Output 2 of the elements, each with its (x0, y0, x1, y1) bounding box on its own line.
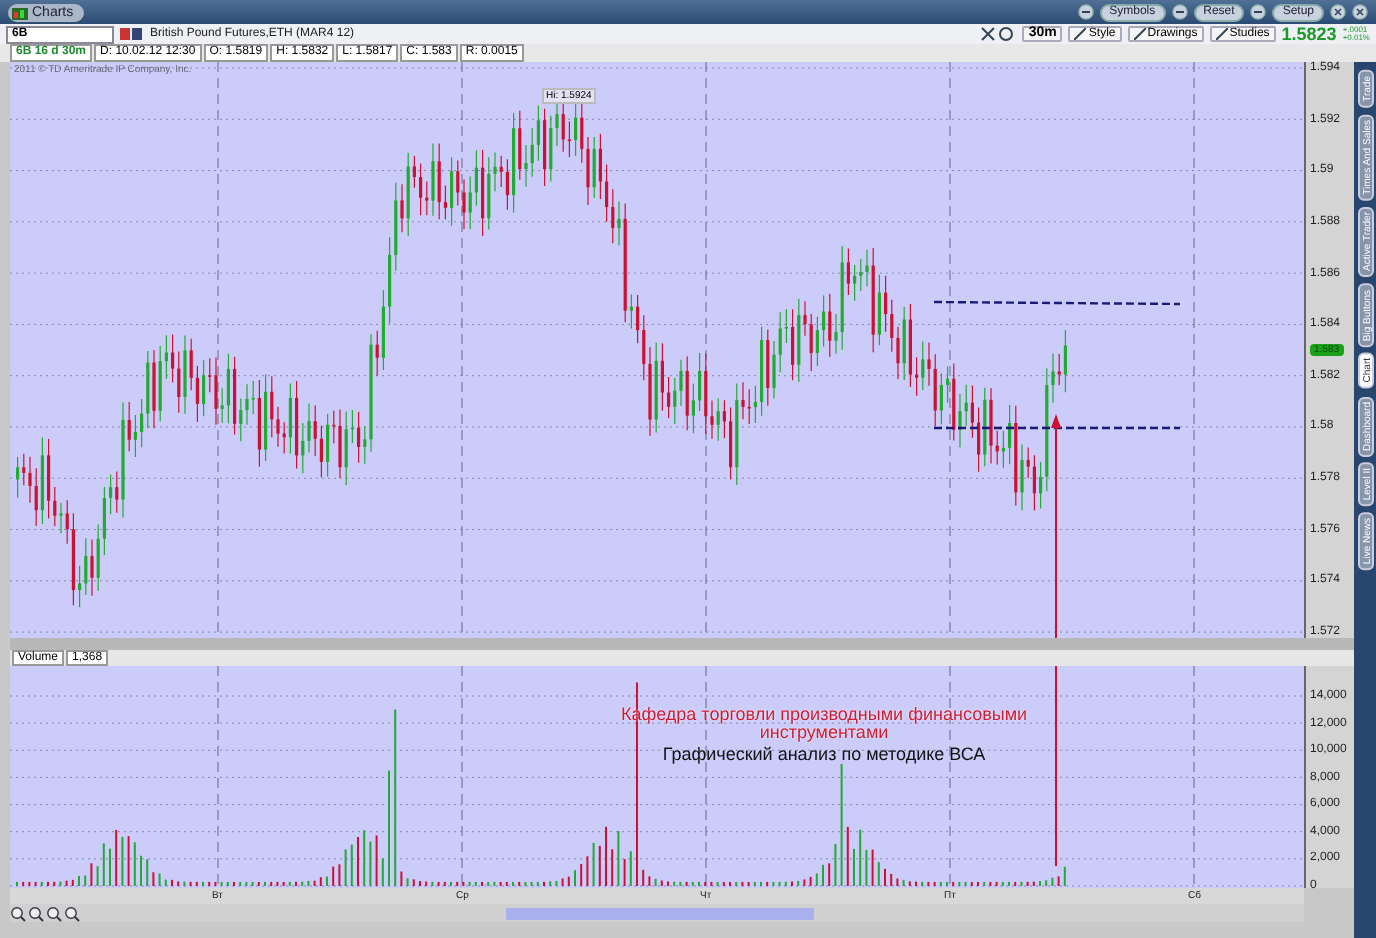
last-price: 1.5823 (1281, 24, 1337, 44)
annotation-subtitle: Графический анализ по методике ВСА (660, 746, 988, 764)
